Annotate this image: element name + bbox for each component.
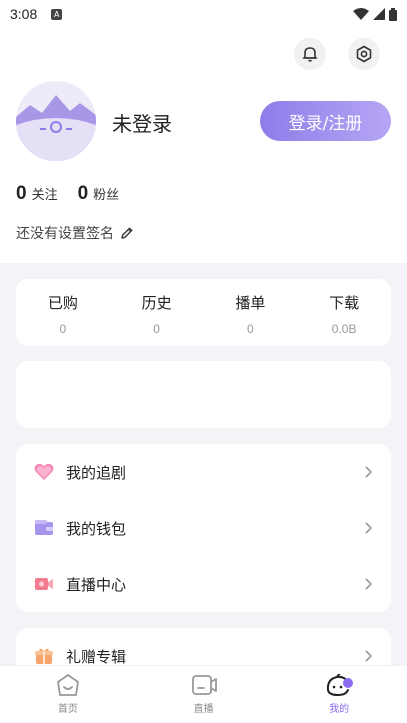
- tab-home[interactable]: 首页: [0, 666, 136, 723]
- menu-item-label: 直播中心: [66, 575, 127, 594]
- stat-label: 下载: [329, 294, 360, 312]
- follow-stats: 0 关注 0 粉丝: [16, 183, 119, 205]
- tab-label: 我的: [329, 704, 350, 715]
- profile-icon: [327, 673, 354, 697]
- chevron-right-icon: [365, 466, 373, 478]
- stat-downloads[interactable]: 下载 0.0B: [297, 279, 391, 346]
- menu-item-label: 礼赠专辑: [66, 647, 127, 666]
- stat-value: 0: [59, 322, 67, 336]
- status-bar: 3:08 A: [0, 0, 407, 28]
- stat-label: 历史: [141, 294, 172, 312]
- stat-label: 已购: [47, 294, 78, 312]
- bell-icon: [302, 47, 318, 62]
- notification-button[interactable]: [294, 38, 326, 70]
- wifi-icon: [353, 8, 369, 20]
- username: 未登录: [112, 112, 172, 136]
- menu-item-wallet[interactable]: 我的钱包: [16, 500, 391, 556]
- stat-value: 0.0B: [331, 322, 357, 336]
- signature-row[interactable]: 还没有设置签名: [16, 223, 134, 243]
- live-icon: [191, 675, 217, 695]
- chevron-right-icon: [365, 578, 373, 590]
- menu-card: 我的追剧 我的钱包 直播中心: [16, 444, 391, 612]
- tab-mine[interactable]: 我的: [271, 666, 407, 723]
- stats-card: 已购 0 历史 0 播单 0 下载 0.0B: [16, 279, 391, 346]
- wallet-icon: [34, 518, 54, 538]
- gift-icon: [34, 646, 54, 666]
- battery-icon: [389, 7, 397, 21]
- stat-playlist[interactable]: 播单 0: [204, 279, 298, 346]
- bottom-tab-bar: 首页 直播 我的: [0, 665, 407, 723]
- following-label[interactable]: 关注: [32, 184, 58, 203]
- signal-icon: [373, 8, 385, 20]
- settings-button[interactable]: [348, 38, 380, 70]
- sim-icon: A: [51, 8, 63, 20]
- tab-live[interactable]: 直播: [136, 666, 272, 723]
- signature-text: 还没有设置签名: [16, 226, 114, 242]
- heart-icon: [34, 462, 54, 482]
- edit-pencil-icon[interactable]: [120, 226, 134, 240]
- following-count[interactable]: 0: [16, 183, 27, 205]
- tab-label: 首页: [57, 704, 78, 715]
- avatar[interactable]: [16, 81, 96, 161]
- tab-label: 直播: [193, 704, 214, 715]
- stat-history[interactable]: 历史 0: [110, 279, 204, 346]
- menu-item-label: 我的钱包: [66, 519, 127, 538]
- fans-label[interactable]: 粉丝: [93, 184, 119, 203]
- status-time: 3:08: [10, 6, 38, 22]
- menu-item-my-series[interactable]: 我的追剧: [16, 444, 391, 500]
- chevron-right-icon: [365, 522, 373, 534]
- banner-placeholder: [16, 361, 391, 428]
- stat-value: 0: [153, 322, 160, 336]
- fans-count[interactable]: 0: [78, 183, 89, 205]
- menu-item-label: 我的追剧: [66, 463, 127, 482]
- stat-value: 0: [247, 322, 254, 336]
- chevron-right-icon: [365, 650, 373, 662]
- gear-icon: [356, 45, 372, 63]
- home-icon: [56, 674, 79, 696]
- live-camera-icon: [34, 574, 54, 594]
- menu-item-live-center[interactable]: 直播中心: [16, 556, 391, 612]
- stat-label: 播单: [235, 294, 266, 312]
- stat-purchased[interactable]: 已购 0: [16, 279, 110, 346]
- login-register-button[interactable]: 登录/注册: [260, 101, 391, 141]
- default-avatar-icon: [16, 81, 96, 161]
